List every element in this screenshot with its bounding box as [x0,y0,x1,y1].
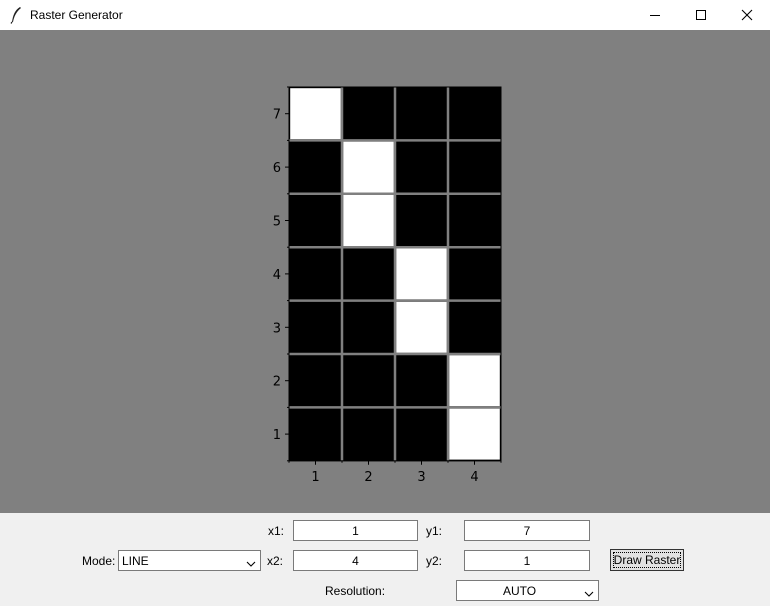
raster-cell-empty [396,355,447,407]
y-tick-label: 6 [273,161,281,176]
raster-cell-empty [449,248,500,300]
chevron-down-icon [246,557,256,571]
y1-input[interactable] [464,520,590,541]
raster-cell-empty [343,301,394,353]
y-tick-label: 2 [273,375,281,390]
y-tick-label: 5 [273,215,281,230]
raster-cell-empty [290,141,341,193]
close-button[interactable] [724,0,770,30]
raster-cell-empty [290,195,341,246]
raster-cell-filled [449,408,500,460]
raster-cell-empty [396,195,447,246]
x-tick-label: 2 [364,470,372,485]
y-tick-label: 7 [273,108,281,123]
raster-cell-empty [396,141,447,193]
x1-input[interactable] [293,520,418,541]
raster-cell-empty [343,355,394,407]
maximize-button[interactable] [678,0,724,30]
mode-label: Mode: [82,554,116,568]
mode-select[interactable]: LINE [118,550,261,571]
feather-icon [9,6,23,24]
raster-cell-filled [396,301,447,353]
raster-cell-empty [290,248,341,300]
resolution-select[interactable]: AUTO [456,580,599,601]
raster-cell-empty [449,301,500,353]
resolution-label: Resolution: [325,584,386,598]
mode-value: LINE [122,554,149,568]
raster-cell-empty [290,408,341,460]
resolution-value: AUTO [503,584,537,598]
raster-cell-empty [396,88,447,140]
x1-label: x1: [268,524,285,538]
y-tick-label: 3 [273,321,281,336]
title-bar: Raster Generator [0,0,770,30]
x-tick-label: 4 [470,470,478,485]
y1-label: y1: [426,524,443,538]
minimize-button[interactable] [632,0,678,30]
y2-label: y2: [426,554,443,568]
raster-cell-empty [290,301,341,353]
raster-cell-empty [343,248,394,300]
y2-input[interactable] [464,550,590,571]
raster-cell-filled [449,355,500,407]
raster-cell-empty [449,141,500,193]
maximize-icon [696,10,706,20]
raster-cell-filled [343,141,394,193]
control-panel: x1: y1: Mode: LINE x2: y2: Draw Raster R… [0,513,770,606]
window-title: Raster Generator [30,8,123,22]
raster-cell-filled [290,88,341,140]
minimize-icon [650,15,660,16]
draw-raster-button[interactable]: Draw Raster [610,549,684,571]
y-tick-label: 4 [273,268,281,283]
raster-cell-empty [343,88,394,140]
raster-canvas: 1 2 3 4 1 2 3 4 5 6 7 [0,30,770,513]
raster-cell-filled [396,248,447,300]
raster-cell-empty [343,408,394,460]
x-tick-label: 1 [311,470,319,485]
raster-cell-empty [396,408,447,460]
x-tick-label: 3 [417,470,425,485]
close-icon [741,9,753,21]
raster-cell-empty [449,88,500,140]
x2-input[interactable] [293,550,418,571]
chevron-down-icon [584,587,594,601]
raster-cell-filled [343,195,394,246]
x2-label: x2: [267,554,284,568]
raster-cell-empty [290,355,341,407]
y-tick-label: 1 [273,428,281,443]
raster-plot: 1 2 3 4 1 2 3 4 5 6 7 [273,86,502,485]
raster-cell-empty [449,195,500,246]
